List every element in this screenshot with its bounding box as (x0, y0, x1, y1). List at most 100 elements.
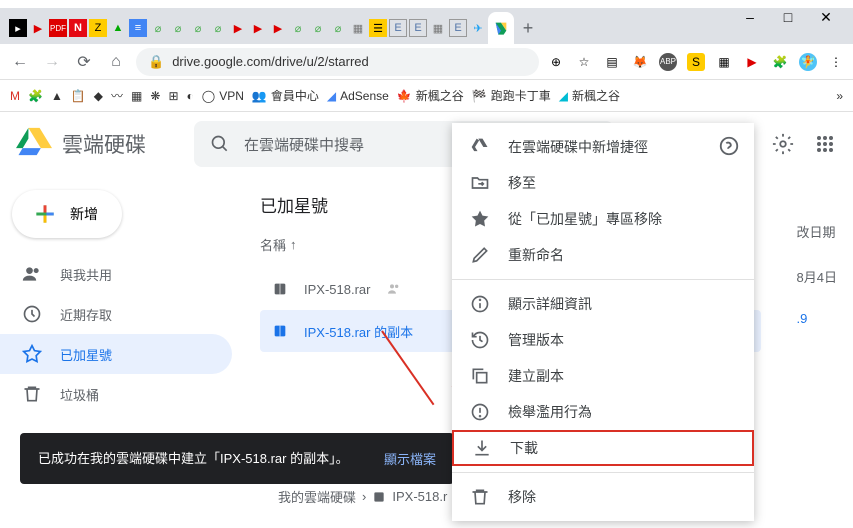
tab-favicon[interactable]: ⌀ (149, 19, 167, 37)
context-menu: 在雲端硬碟中新增捷徑 移至 從「已加星號」專區移除 重新命名 顯示詳細資訊 管理… (452, 123, 754, 521)
bookmark-bar: M 🧩 ▲ 📋 ◆ 〰 ▦ ❋ ⊞ ◐ ◯VPN 👥會員中心 ◢AdSense … (0, 80, 853, 112)
ext-icon[interactable]: S (687, 53, 705, 71)
breadcrumb-root[interactable]: 我的雲端硬碟 (278, 487, 356, 506)
ctx-label: 重新命名 (508, 245, 564, 265)
sidebar-item-starred[interactable]: 已加星號 (0, 334, 232, 374)
tab-favicon[interactable]: ▲ (109, 19, 127, 37)
menu-icon[interactable]: ⋮ (827, 53, 845, 71)
tab-favicon[interactable]: ⌀ (189, 19, 207, 37)
ctx-report[interactable]: 檢舉濫用行為 (452, 394, 754, 430)
url-bar: ← → ⟳ ⌂ 🔒 drive.google.com/drive/u/2/sta… (0, 44, 853, 80)
drive-logo[interactable]: 雲端硬碟 (16, 126, 146, 162)
tab-favicon[interactable]: ≡ (129, 19, 147, 37)
active-tab[interactable] (488, 12, 514, 44)
tab-favicon[interactable]: ⌀ (209, 19, 227, 37)
tab-favicon[interactable]: ⌀ (169, 19, 187, 37)
bookmark-item[interactable]: 🏁跑跑卡丁車 (472, 87, 551, 104)
star-icon[interactable]: ☆ (575, 53, 593, 71)
tab-favicon[interactable]: ⌀ (289, 19, 307, 37)
warning-icon (470, 402, 490, 422)
tab-favicon[interactable]: E (449, 19, 467, 37)
ctx-copy[interactable]: 建立副本 (452, 358, 754, 394)
bookmark-item[interactable]: M (10, 89, 20, 103)
tab-favicon[interactable]: PDF (49, 19, 67, 37)
tab-favicon[interactable]: E (389, 19, 407, 37)
bookmark-item[interactable]: ◆ (94, 89, 103, 103)
ctx-shortcut[interactable]: 在雲端硬碟中新增捷徑 (452, 129, 754, 165)
sidebar-item-recent[interactable]: 近期存取 (0, 294, 232, 334)
url-field[interactable]: 🔒 drive.google.com/drive/u/2/starred (136, 48, 539, 76)
tab-favicon[interactable]: Z (89, 19, 107, 37)
bookmark-item[interactable]: 🍁新楓之谷 (397, 87, 464, 104)
ctx-label: 顯示詳細資訊 (508, 294, 592, 314)
ctx-unstar[interactable]: 從「已加星號」專區移除 (452, 201, 754, 237)
toast-message: 已成功在我的雲端硬碟中建立「IPX-518.rar 的副本」。 (38, 449, 349, 469)
bookmark-item[interactable]: ▦ (131, 89, 142, 103)
ctx-rename[interactable]: 重新命名 (452, 237, 754, 273)
ctx-versions[interactable]: 管理版本 (452, 322, 754, 358)
bookmark-item[interactable]: ◢新楓之谷 (559, 87, 620, 104)
bookmark-item[interactable]: ◯VPN (202, 89, 244, 103)
bookmark-item[interactable]: 👥會員中心 (252, 87, 319, 104)
column-date[interactable]: 改日期 (797, 222, 837, 241)
ext-icon[interactable]: ▦ (715, 53, 733, 71)
ext-icon[interactable]: 🧩 (771, 53, 789, 71)
window-close[interactable]: ✕ (819, 9, 833, 26)
ctx-move[interactable]: 移至 (452, 165, 754, 201)
ctx-download[interactable]: 下載 (452, 430, 754, 466)
new-button[interactable]: 新增 (12, 190, 122, 238)
tab-bar: ▸ ▶ PDF N Z ▲ ≡ ⌀ ⌀ ⌀ ⌀ ▶ ▶ ▶ ⌀ ⌀ ⌀ ▦ ☰ … (0, 8, 853, 44)
toast-action[interactable]: 顯示檔案 (384, 449, 436, 468)
bookmark-more[interactable]: » (836, 89, 843, 103)
ctx-details[interactable]: 顯示詳細資訊 (452, 286, 754, 322)
reload-button[interactable]: ⟳ (72, 50, 96, 74)
bookmark-item[interactable]: ⊞ (168, 89, 178, 103)
tab-favicon[interactable]: ▶ (29, 19, 47, 37)
bookmark-item[interactable]: ❋ (150, 89, 160, 103)
ctx-remove[interactable]: 移除 (452, 479, 754, 515)
sidebar-item-shared[interactable]: 與我共用 (0, 254, 232, 294)
sidebar-item-trash[interactable]: 垃圾桶 (0, 374, 232, 414)
add-icon[interactable]: ⊕ (547, 53, 565, 71)
tab-favicon[interactable]: ⌀ (309, 19, 327, 37)
settings-icon[interactable] (771, 132, 795, 156)
new-tab-button[interactable]: + (514, 14, 542, 42)
help-icon[interactable] (718, 135, 740, 157)
tab-favicon[interactable]: ⌀ (329, 19, 347, 37)
bookmark-item[interactable]: 🧩 (28, 89, 43, 103)
drive-add-icon (470, 137, 490, 157)
bookmark-item[interactable]: ◐ (187, 89, 194, 103)
ext-icon[interactable]: ▤ (603, 53, 621, 71)
tab-favicon[interactable]: E (409, 19, 427, 37)
window-minimize[interactable]: – (743, 9, 757, 26)
ext-icon[interactable]: 🧚 (799, 53, 817, 71)
file-date: 8月4日 (797, 255, 837, 297)
file-name: IPX-518.rar (304, 282, 370, 297)
bookmark-item[interactable]: 〰 (111, 87, 123, 104)
tab-favicon[interactable]: ✈ (469, 19, 487, 37)
bookmark-item[interactable]: ▲ (51, 89, 63, 103)
bookmark-item[interactable]: ◢AdSense (327, 89, 389, 103)
drive-icon (16, 126, 52, 162)
window-maximize[interactable]: □ (781, 9, 795, 26)
pencil-icon (470, 245, 490, 265)
ctx-label: 建立副本 (508, 366, 564, 386)
tab-favicon[interactable]: ▦ (429, 19, 447, 37)
tab-favicon[interactable]: ▶ (269, 19, 287, 37)
tab-favicon[interactable]: ☰ (369, 19, 387, 37)
tab-favicon[interactable]: ▦ (349, 19, 367, 37)
apps-icon[interactable] (813, 132, 837, 156)
back-button[interactable]: ← (8, 50, 32, 74)
home-button[interactable]: ⌂ (104, 50, 128, 74)
tab-favicon[interactable]: ▶ (229, 19, 247, 37)
forward-button[interactable]: → (40, 50, 64, 74)
tab-favicon[interactable]: ▶ (249, 19, 267, 37)
ext-icon[interactable]: 🦊 (631, 53, 649, 71)
bookmark-item[interactable]: 📋 (71, 89, 86, 103)
tab-favicon[interactable]: N (69, 19, 87, 37)
plus-icon (32, 201, 58, 227)
tab-favicon[interactable]: ▸ (9, 19, 27, 37)
ctx-label: 在雲端硬碟中新增捷徑 (508, 137, 648, 157)
ext-icon[interactable]: ▶ (743, 53, 761, 71)
ext-icon[interactable]: ABP (659, 53, 677, 71)
